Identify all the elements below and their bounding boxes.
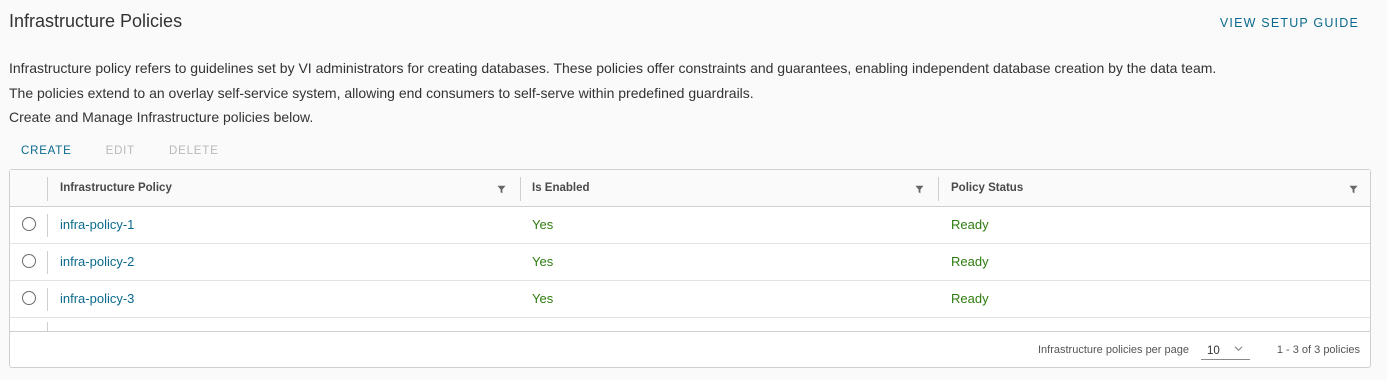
column-separator <box>47 177 48 201</box>
policy-status-value: Ready <box>951 217 989 232</box>
pagination-range: 1 - 3 of 3 policies <box>1276 344 1360 356</box>
description-line: Create and Manage Infrastructure policie… <box>9 109 314 125</box>
is-enabled-value: Yes <box>532 217 554 232</box>
policies-datagrid: Infrastructure Policy Is Enabled Policy … <box>9 169 1371 368</box>
datagrid-header: Infrastructure Policy Is Enabled Policy … <box>10 170 1370 207</box>
delete-button[interactable]: DELETE <box>169 145 219 157</box>
is-enabled-value: Yes <box>532 291 554 306</box>
description-line: The policies extend to an overlay self-s… <box>9 84 754 101</box>
table-row: infra-policy-2 Yes Ready <box>10 244 1370 281</box>
page-description: Infrastructure policy refers to guidelin… <box>9 56 1216 130</box>
column-separator <box>47 322 48 331</box>
table-row: infra-policy-1 Yes Ready <box>10 207 1370 244</box>
policy-status-value: Ready <box>951 291 989 306</box>
column-separator <box>47 214 48 237</box>
filter-icon[interactable] <box>497 185 506 194</box>
policy-status-value: Ready <box>951 254 989 269</box>
column-header-infrastructure-policy[interactable]: Infrastructure Policy <box>60 170 172 206</box>
is-enabled-value: Yes <box>532 254 554 269</box>
table-row: infra-policy-3 Yes Ready <box>10 281 1370 318</box>
infrastructure-policies-page: Infrastructure Policies VIEW SETUP GUIDE… <box>0 0 1387 380</box>
column-header-policy-status[interactable]: Policy Status <box>951 170 1023 206</box>
view-setup-guide-link[interactable]: VIEW SETUP GUIDE <box>1220 16 1359 30</box>
column-separator[interactable] <box>520 177 521 201</box>
edit-button[interactable]: EDIT <box>106 145 135 157</box>
policy-name-link[interactable]: infra-policy-1 <box>60 207 134 243</box>
column-separator <box>47 288 48 311</box>
per-page-value: 10 <box>1207 345 1220 357</box>
column-header-is-enabled[interactable]: Is Enabled <box>532 170 590 206</box>
per-page-label: Infrastructure policies per page <box>1037 344 1189 356</box>
datagrid-footer: Infrastructure policies per page 10 1 - … <box>10 331 1370 368</box>
column-separator <box>47 251 48 274</box>
page-title: Infrastructure Policies <box>9 11 183 31</box>
filter-icon[interactable] <box>1349 185 1358 194</box>
row-select-radio[interactable] <box>22 254 36 268</box>
row-select-radio[interactable] <box>22 217 36 231</box>
chevron-down-icon <box>1234 346 1243 352</box>
per-page-select[interactable]: 10 <box>1201 341 1250 360</box>
create-button[interactable]: CREATE <box>21 145 72 157</box>
row-select-radio[interactable] <box>22 291 36 305</box>
policy-name-link[interactable]: infra-policy-3 <box>60 281 134 317</box>
filter-icon[interactable] <box>915 185 924 194</box>
column-separator[interactable] <box>938 177 939 201</box>
action-bar: CREATE EDIT DELETE <box>21 145 253 157</box>
description-line: Infrastructure policy refers to guidelin… <box>9 60 1217 76</box>
policy-name-link[interactable]: infra-policy-2 <box>60 244 134 280</box>
